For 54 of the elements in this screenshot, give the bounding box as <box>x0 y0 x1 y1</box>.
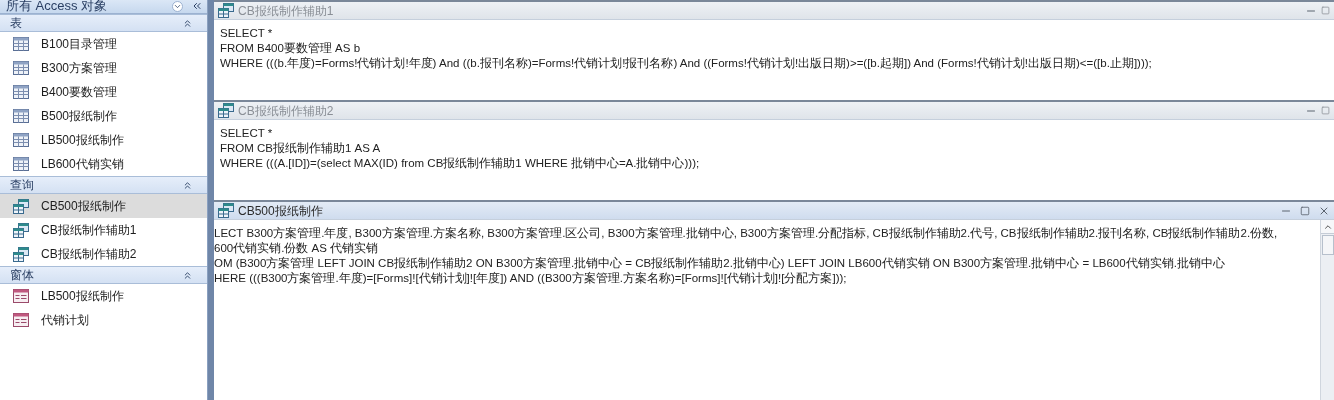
group-header[interactable]: 表 <box>0 14 207 32</box>
window-title: CB报纸制作辅助1 <box>238 2 334 20</box>
sql-line: HERE (((B300方案管理.年度)=[Forms]![代销计划]![年度]) AND ((B300方案管理.方案名称)=[Forms]![代销计划]![分配方案])); <box>214 271 848 286</box>
query-icon <box>13 246 29 262</box>
collapse-pane-icon[interactable] <box>191 0 203 12</box>
sql-line: OM (B300方案管理 LEFT JOIN CB报纸制作辅助2 ON B300方案管理.批销中心 = CB报纸制作辅助2.批销中心) LEFT JOIN LB600代销实销 ON B300方案管理.批销中心 = LB600代销实销.批销中心 <box>214 256 1226 271</box>
query-icon <box>218 103 234 118</box>
sql-line: LECT B300方案管理.年度, B300方案管理.方案名称, B300方案管理.区公司, B300方案管理.批销中心, B300方案管理.分配指标, CB报纸制作辅助2.代号, CB报纸制作辅助2.报刊名称, CB报纸制作辅助2.份数, <box>214 226 1279 241</box>
navigation-item[interactable]: LB500报纸制作 <box>0 128 207 152</box>
navigation-item[interactable]: B300方案管理 <box>0 56 207 80</box>
dropdown-icon[interactable] <box>172 1 183 12</box>
vertical-scrollbar[interactable] <box>1320 220 1334 400</box>
sql-line: SELECT * <box>220 26 274 41</box>
navigation-item[interactable]: B100目录管理 <box>0 32 207 56</box>
collapse-icon[interactable] <box>182 179 193 191</box>
form-icon <box>13 289 29 303</box>
navigation-item[interactable]: CB报纸制作辅助1 <box>0 218 207 242</box>
sql-line: FROM CB报纸制作辅助1 AS A <box>220 141 382 156</box>
navigation-item[interactable]: CB报纸制作辅助2 <box>0 242 207 266</box>
navigation-item[interactable]: CB500报纸制作 <box>0 194 207 218</box>
scrollbar-thumb[interactable] <box>1321 235 1334 255</box>
form-icon <box>13 313 29 327</box>
query-icon <box>13 198 29 214</box>
navigation-item[interactable]: 代销计划 <box>0 308 207 332</box>
sql-line: FROM B400要数管理 AS b <box>220 41 362 56</box>
collapse-icon[interactable] <box>182 17 193 29</box>
sql-editor[interactable]: SELECT * FROM B400要数管理 AS b WHERE (((b.年度)=Forms!代销计划!年度) And ((b.报刊名称)=Forms!代销计划!报刊名称) And ((Forms!代销计划!出版日期)>=([b.起期]) And (Forms!代销计划!出版日期)<=([b.止期]))); <box>214 20 1334 100</box>
navigation-item[interactable]: B500报纸制作 <box>0 104 207 128</box>
table-icon <box>13 133 29 147</box>
navigation-item[interactable]: LB500报纸制作 <box>0 284 207 308</box>
query-icon <box>13 222 29 238</box>
sql-line: WHERE (((b.年度)=Forms!代销计划!年度) And ((b.报刊名称)=Forms!代销计划!报刊名称) And ((Forms!代销计划!出版日期)>=([b.起期]) And (Forms!代销计划!出版日期)<=([b.止期]))); <box>220 56 1153 71</box>
query-icon <box>218 3 234 18</box>
restore-icon[interactable] <box>1321 6 1330 15</box>
table-icon <box>13 61 29 75</box>
sql-line: 600代销实销.份数 AS 代销实销 <box>214 241 380 256</box>
maximize-icon[interactable] <box>1300 205 1310 216</box>
sql-line: WHERE (((A.[ID])=(select MAX(ID) from CB报纸制作辅助1 WHERE 批销中心=A.批销中心))); <box>220 156 701 171</box>
restore-icon[interactable] <box>1321 106 1330 115</box>
window-title: CB报纸制作辅助2 <box>238 102 334 120</box>
collapse-icon[interactable] <box>182 269 193 281</box>
group-header[interactable]: 窗体 <box>0 266 207 284</box>
navigation-item[interactable]: LB600代销实销 <box>0 152 207 176</box>
pane-title[interactable]: 所有 Access 对象 <box>6 0 108 13</box>
window-title: CB500报纸制作 <box>238 202 323 220</box>
table-icon <box>13 85 29 99</box>
sql-line: SELECT * <box>220 126 274 141</box>
table-icon <box>13 157 29 171</box>
navigation-item[interactable]: B400要数管理 <box>0 80 207 104</box>
group-header[interactable]: 查询 <box>0 176 207 194</box>
table-icon <box>13 109 29 123</box>
sql-editor[interactable]: SELECT * FROM CB报纸制作辅助1 AS A WHERE (((A.[ID])=(select MAX(ID) from CB报纸制作辅助1 WHERE 批销中心=A.批销中心))); <box>214 120 1334 200</box>
query-icon <box>218 203 234 218</box>
table-icon <box>13 37 29 51</box>
